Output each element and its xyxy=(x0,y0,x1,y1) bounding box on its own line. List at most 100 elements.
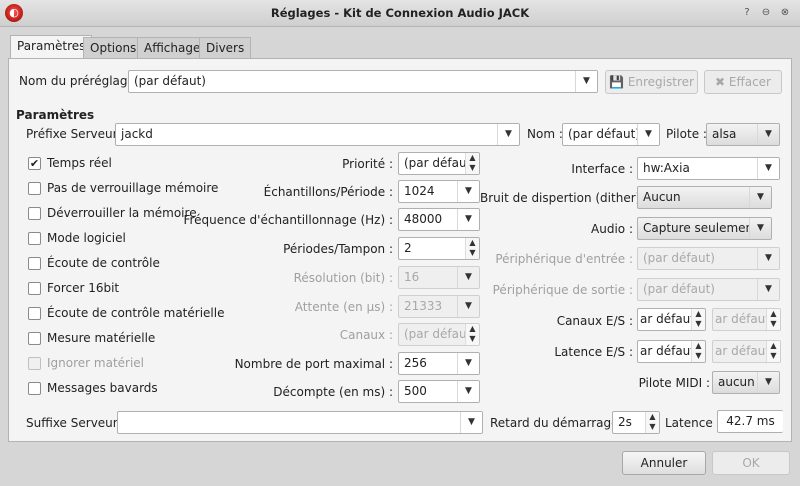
resolution-combo[interactable]: 16 ▼ xyxy=(398,266,480,289)
chevron-down-icon: ▼ xyxy=(497,124,519,145)
interface-combo[interactable]: hw:Axia ▼ xyxy=(637,157,780,180)
max-ports-label: Nombre de port maximal : xyxy=(234,357,393,371)
input-device-value: (par défaut) xyxy=(643,251,715,265)
preset-combo[interactable]: (par défaut) ▼ xyxy=(128,70,598,93)
tab-options[interactable]: Options xyxy=(83,37,144,58)
chevron-down-icon: ▼ xyxy=(757,372,779,393)
window-title: Réglages - Kit de Connexion Audio JACK xyxy=(270,6,530,20)
chevron-down-icon: ▼ xyxy=(457,381,479,402)
start-delay-value: 2s xyxy=(618,415,632,429)
tab-affichage[interactable]: Affichage xyxy=(137,37,208,58)
timeout-combo[interactable]: 21333 ▼ xyxy=(398,295,480,318)
max-ports-combo[interactable]: 256 ▼ xyxy=(398,352,480,375)
cancel-button[interactable]: Annuler xyxy=(622,451,706,475)
samplerate-label: Fréquence d'échantillonnage (Hz) : xyxy=(183,213,393,227)
chevron-down-icon: ▼ xyxy=(749,187,771,208)
chevron-down-icon: ▼ xyxy=(757,124,779,145)
close-icon[interactable]: ⊗ xyxy=(778,6,792,20)
server-suffix-label: Suffixe Serveur : xyxy=(26,416,126,430)
chevron-down-icon: ▼ xyxy=(457,296,479,317)
chevron-down-icon: ▼ xyxy=(460,412,482,433)
chevron-down-icon: ▼ xyxy=(457,353,479,374)
dither-label: Bruit de dispertion (dither) : xyxy=(480,191,649,205)
spin-arrows-icon[interactable]: ▲ ▼ xyxy=(465,238,479,259)
spin-arrows-icon[interactable]: ▲ ▼ xyxy=(766,309,780,330)
checkbox-box xyxy=(28,357,41,370)
checkbox-label: Messages bavards xyxy=(47,381,158,395)
midi-driver-combo[interactable]: aucun ▼ xyxy=(712,371,780,394)
interface-label: Interface : xyxy=(571,162,633,176)
spin-arrows-icon[interactable]: ▲ ▼ xyxy=(465,324,479,345)
channels-spinbox[interactable]: (par défaut) ▲ ▼ xyxy=(398,323,480,346)
samplerate-combo[interactable]: 48000 ▼ xyxy=(398,208,480,231)
name-combo[interactable]: (par défaut) ▼ xyxy=(562,123,660,146)
latency-in-spinbox[interactable]: ar défaut) ▲ ▼ xyxy=(637,340,706,363)
frames-combo[interactable]: 1024 ▼ xyxy=(398,180,480,203)
checkbox-label: Forcer 16bit xyxy=(47,281,120,295)
server-prefix-combo[interactable]: jackd ▼ xyxy=(115,123,520,146)
save-label: Enregistrer xyxy=(627,75,694,89)
channels-in-spinbox[interactable]: ar défaut) ▲ ▼ xyxy=(637,308,706,331)
channels-out-spinbox[interactable]: ar défaut) ▲ ▼ xyxy=(712,308,781,331)
tab-divers[interactable]: Divers xyxy=(199,37,252,58)
delete-icon: ✖ xyxy=(715,75,729,89)
priority-spinbox[interactable]: (par défaut) ▲ ▼ xyxy=(398,152,480,175)
audio-combo[interactable]: Capture seulement ▼ xyxy=(637,217,772,240)
spin-arrows-icon[interactable]: ▲ ▼ xyxy=(465,153,479,174)
start-delay-spinbox[interactable]: 2s ▲ ▼ xyxy=(612,411,660,434)
frames-label: Échantillons/Période : xyxy=(263,185,393,199)
audio-value: Capture seulement xyxy=(643,221,758,235)
latency-io-label: Latence E/S : xyxy=(554,345,633,359)
checkbox-label: Mode logiciel xyxy=(47,231,126,245)
checkbox-box xyxy=(28,307,41,320)
server-prefix-value: jackd xyxy=(121,127,153,141)
server-prefix-label: Préfixe Serveur : xyxy=(26,127,126,141)
help-icon[interactable]: ? xyxy=(740,6,754,20)
priority-label: Priorité : xyxy=(342,157,393,171)
midi-driver-label: Pilote MIDI : xyxy=(638,376,710,390)
periods-spinbox[interactable]: 2 ▲ ▼ xyxy=(398,237,480,260)
spin-arrows-icon[interactable]: ▲ ▼ xyxy=(691,309,705,330)
spin-arrows-icon[interactable]: ▲ ▼ xyxy=(766,341,780,362)
spin-arrows-icon[interactable]: ▲ ▼ xyxy=(691,341,705,362)
latency-value: 42.7 ms xyxy=(717,410,783,433)
checkbox-box xyxy=(28,332,41,345)
chevron-down-icon: ▼ xyxy=(457,209,479,230)
driver-combo[interactable]: alsa ▼ xyxy=(706,123,780,146)
name-label: Nom : xyxy=(527,127,563,141)
title-bar[interactable]: ◐ Réglages - Kit de Connexion Audio JACK… xyxy=(0,0,800,27)
delete-button[interactable]: ✖ Effacer xyxy=(704,70,782,94)
spin-arrows-icon[interactable]: ▲ ▼ xyxy=(645,412,659,433)
input-device-combo[interactable]: (par défaut) ▼ xyxy=(637,247,780,270)
ok-button[interactable]: OK xyxy=(712,451,790,475)
dither-combo[interactable]: Aucun ▼ xyxy=(637,186,772,209)
save-button[interactable]: 💾 Enregistrer xyxy=(605,70,698,94)
frames-value: 1024 xyxy=(404,184,435,198)
chevron-down-icon: ▼ xyxy=(637,124,659,145)
samplerate-value: 48000 xyxy=(404,212,443,226)
chevron-down-icon: ▼ xyxy=(757,279,779,300)
checkbox-box xyxy=(28,207,41,220)
output-device-combo[interactable]: (par défaut) ▼ xyxy=(637,278,780,301)
resolution-label: Résolution (bit) : xyxy=(293,271,393,285)
checkbox-box xyxy=(28,382,41,395)
tab-parametres[interactable]: Paramètres xyxy=(10,35,93,59)
output-device-value: (par défaut) xyxy=(643,282,715,296)
server-suffix-combo[interactable]: ▼ xyxy=(117,411,483,434)
input-device-label: Périphérique d'entrée : xyxy=(495,252,633,266)
latency-out-spinbox[interactable]: ar défaut) ▲ ▼ xyxy=(712,340,781,363)
preset-value: (par défaut) xyxy=(134,74,206,88)
checkbox-label: Écoute de contrôle xyxy=(47,256,160,270)
audio-label: Audio : xyxy=(591,222,633,236)
resolution-value: 16 xyxy=(404,270,420,284)
section-title: Paramètres xyxy=(16,108,95,122)
countdown-combo[interactable]: 500 ▼ xyxy=(398,380,480,403)
minimize-icon[interactable]: ⊖ xyxy=(759,6,773,20)
driver-label: Pilote : xyxy=(666,127,707,141)
name-value: (par défaut) xyxy=(568,127,640,141)
check-icon: ✔ xyxy=(28,157,41,170)
channels-io-label: Canaux E/S : xyxy=(556,314,633,328)
checkbox-box xyxy=(28,257,41,270)
chevron-down-icon: ▼ xyxy=(749,218,771,239)
delete-label: Effacer xyxy=(728,75,771,89)
